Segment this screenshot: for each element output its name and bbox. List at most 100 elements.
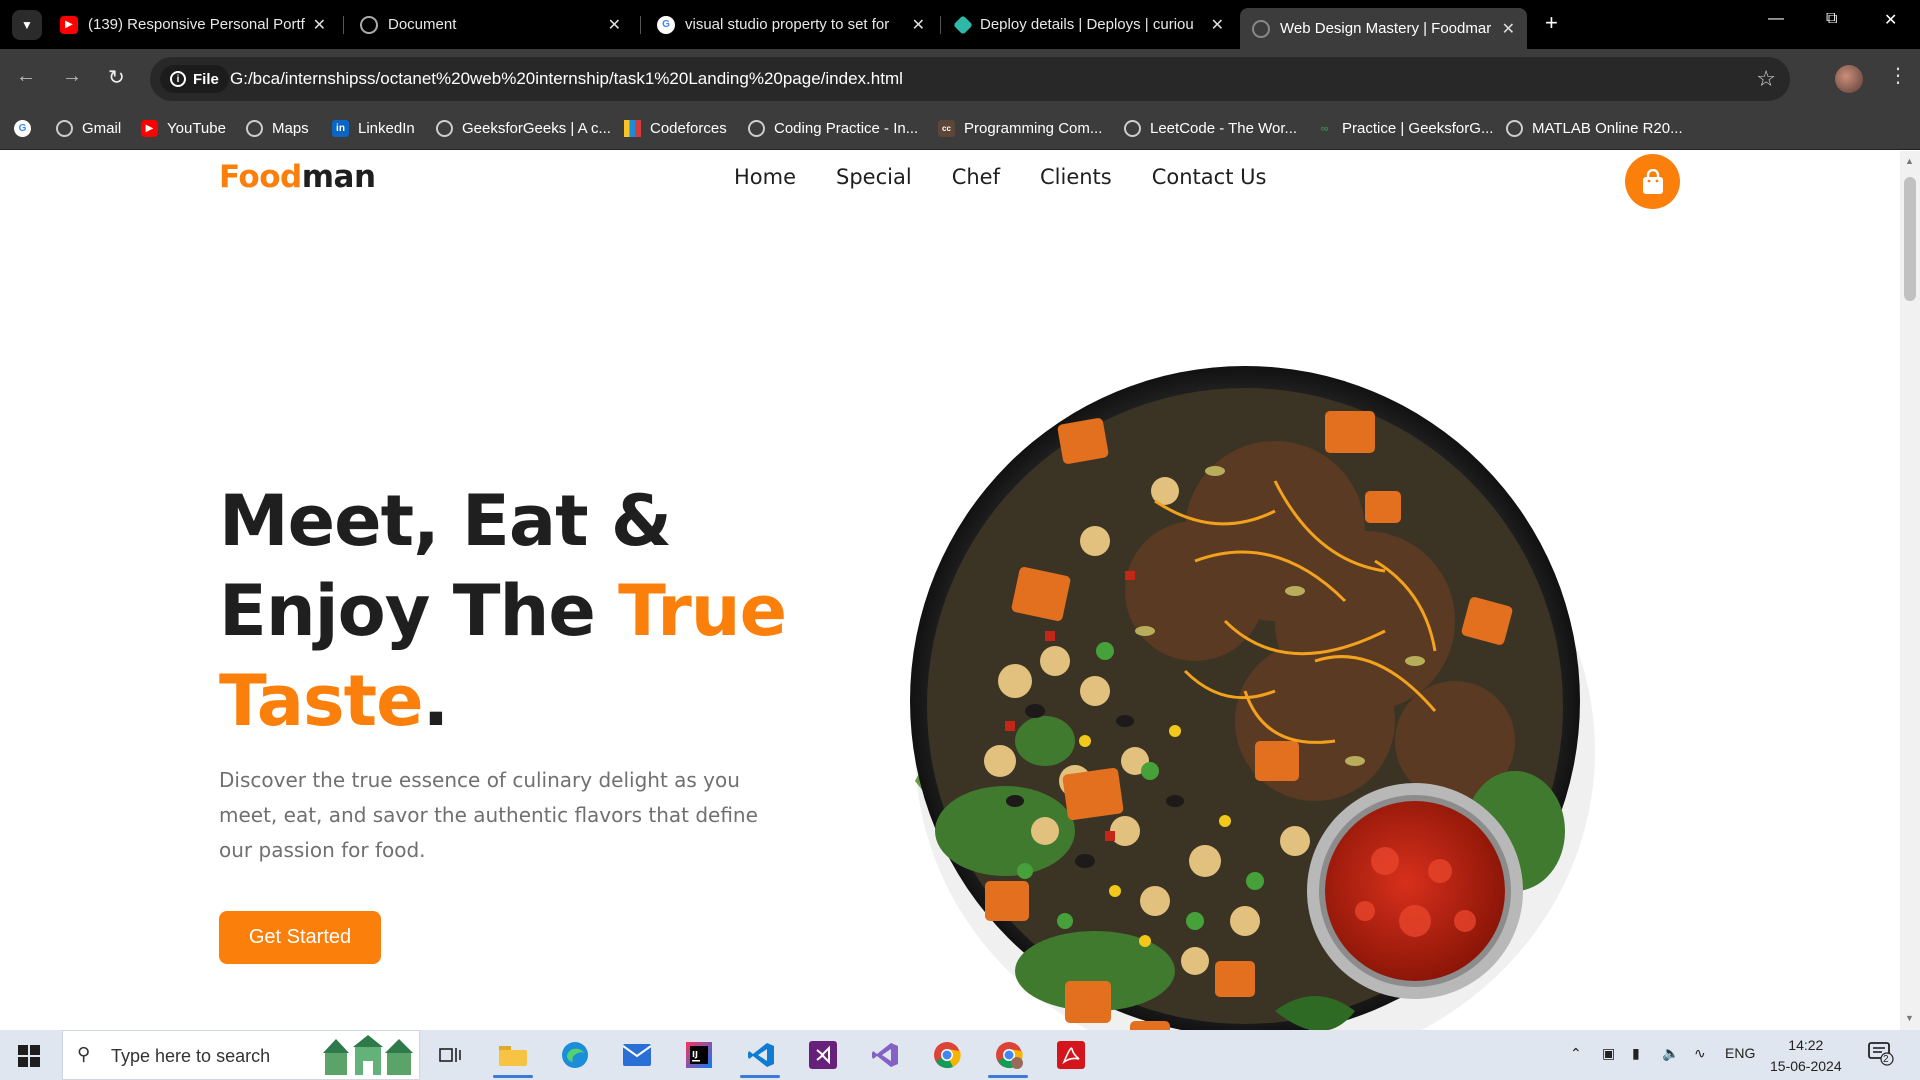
search-icon: ⚲	[77, 1044, 91, 1064]
close-icon[interactable]: ✕	[1211, 15, 1224, 35]
minimize-icon[interactable]: —	[1768, 10, 1784, 28]
vscode-icon[interactable]	[745, 1039, 777, 1071]
task-view-icon[interactable]	[434, 1039, 466, 1071]
nav-contact-us[interactable]: Contact Us	[1152, 165, 1267, 189]
url-text[interactable]: G:/bca/internshipss/octanet%20web%20inte…	[230, 69, 903, 89]
globe-icon	[1252, 19, 1270, 38]
close-icon[interactable]: ✕	[1502, 19, 1515, 39]
reload-icon[interactable]: ↻	[108, 65, 125, 90]
notification-center-icon[interactable]: 2	[1868, 1042, 1894, 1071]
hero-description: Discover the true essence of culinary de…	[219, 768, 758, 862]
scroll-thumb[interactable]	[1904, 177, 1916, 301]
tab-portfolio[interactable]: ▶ (139) Responsive Personal Portf ✕	[48, 8, 338, 41]
bookmark-leetcode[interactable]: LeetCode - The Wor...	[1124, 120, 1297, 137]
globe-icon	[246, 120, 263, 137]
nav-clients[interactable]: Clients	[1040, 165, 1112, 189]
intellij-icon[interactable]: IJ	[683, 1039, 715, 1071]
site-info-chip[interactable]: i File	[160, 65, 229, 93]
cart-button[interactable]	[1625, 154, 1680, 209]
globe-icon	[748, 120, 765, 137]
codechef-icon: cc	[938, 120, 955, 137]
bookmark-codeforces[interactable]: Codeforces	[624, 120, 727, 137]
tab-netlify-deploy[interactable]: Deploy details | Deploys | curiou ✕	[944, 8, 1236, 41]
gfg-icon: ∞	[1320, 122, 1329, 135]
globe-icon	[56, 120, 73, 137]
nav-chef[interactable]: Chef	[952, 165, 1000, 189]
bookmark-gfg-practice[interactable]: ∞ Practice | GeeksforG...	[1316, 120, 1494, 137]
tab-document[interactable]: Document ✕	[348, 8, 633, 41]
tab-title: Document	[388, 16, 457, 33]
youtube-icon: ▶	[141, 120, 158, 137]
get-started-button[interactable]: Get Started	[219, 911, 381, 964]
main-nav: Home Special Chef Clients Contact Us	[734, 165, 1266, 189]
nav-home[interactable]: Home	[734, 165, 796, 189]
bookmark-linkedin[interactable]: in LinkedIn	[332, 120, 415, 137]
file-explorer-icon[interactable]	[497, 1039, 529, 1071]
browser-tab-bar: ▼ ▶ (139) Responsive Personal Portf ✕ Do…	[0, 0, 1920, 49]
browser-toolbar: ← → ↻ i File G:/bca/internshipss/octanet…	[0, 49, 1920, 109]
shopping-bag-icon	[1642, 168, 1663, 194]
bookmark-google[interactable]: G	[14, 120, 40, 137]
clock[interactable]: 14:22 15-06-2024	[1770, 1035, 1842, 1077]
language-indicator[interactable]: ENG	[1725, 1045, 1755, 1061]
bookmark-star-icon[interactable]: ☆	[1756, 66, 1776, 92]
visual-studio-icon[interactable]	[807, 1039, 839, 1071]
visual-studio-preview-icon[interactable]	[869, 1039, 901, 1071]
address-bar[interactable]: i File G:/bca/internshipss/octanet%20web…	[150, 57, 1790, 101]
edge-icon[interactable]	[559, 1039, 591, 1071]
hero-heading: Meet, Eat & Enjoy The True Taste.	[219, 480, 787, 742]
svg-text:IJ: IJ	[692, 1050, 698, 1059]
scroll-down-icon[interactable]: ▼	[1905, 1013, 1914, 1023]
bookmark-gmail[interactable]: Gmail	[56, 120, 121, 137]
bookmark-geeksforgeeks[interactable]: GeeksforGeeks | A c...	[436, 120, 611, 137]
close-icon[interactable]: ✕	[313, 15, 326, 35]
volume-icon[interactable]: 🔈	[1662, 1045, 1679, 1062]
tab-search-button[interactable]: ▼	[12, 10, 42, 40]
window-close-icon[interactable]: ✕	[1884, 10, 1897, 30]
tab-google-search[interactable]: G visual studio property to set for ✕	[645, 8, 937, 41]
close-icon[interactable]: ✕	[912, 15, 925, 35]
bookmarks-bar: G Gmail ▶ YouTube Maps in LinkedIn Geeks…	[0, 109, 1920, 150]
restore-icon[interactable]: ⧉	[1826, 10, 1837, 28]
close-icon[interactable]: ✕	[608, 15, 621, 35]
codeforces-icon	[624, 120, 641, 137]
globe-icon	[360, 15, 378, 34]
scroll-up-icon[interactable]: ▲	[1905, 156, 1914, 166]
tray-overflow-icon[interactable]: ⌃	[1570, 1045, 1582, 1062]
info-icon: i	[170, 71, 186, 87]
tab-title: Deploy details | Deploys | curiou	[980, 16, 1194, 33]
new-tab-button[interactable]: +	[1545, 10, 1558, 36]
netlify-icon	[953, 14, 973, 35]
profile-avatar[interactable]	[1835, 65, 1863, 93]
linkedin-icon: in	[332, 120, 349, 137]
battery-icon[interactable]: ▮	[1632, 1045, 1640, 1062]
menu-kebab-icon[interactable]: ⋮	[1888, 63, 1908, 88]
back-icon[interactable]: ←	[16, 65, 36, 88]
meet-now-icon[interactable]: ▣	[1602, 1045, 1615, 1062]
notification-count: 2	[1883, 1054, 1889, 1065]
globe-icon	[436, 120, 453, 137]
search-highlight-icon	[323, 1035, 413, 1075]
tab-title: visual studio property to set for	[685, 16, 890, 33]
acrobat-icon[interactable]	[1055, 1039, 1087, 1071]
site-logo[interactable]: Foodman	[219, 159, 376, 195]
page-scrollbar[interactable]: ▲ ▼	[1900, 151, 1920, 1030]
bookmark-youtube[interactable]: ▶ YouTube	[141, 120, 226, 137]
mail-icon[interactable]	[621, 1039, 653, 1071]
windows-start-icon[interactable]	[18, 1045, 40, 1067]
food-bowl-image	[910, 366, 1595, 1030]
bookmark-matlab[interactable]: MATLAB Online R20...	[1506, 120, 1683, 137]
bookmark-maps[interactable]: Maps	[246, 120, 309, 137]
chrome-profile-icon[interactable]	[993, 1039, 1025, 1071]
wifi-icon[interactable]: ∿	[1694, 1045, 1706, 1062]
tab-title: Web Design Mastery | Foodmar	[1280, 20, 1492, 37]
bookmark-coding-practice[interactable]: Coding Practice - In...	[748, 120, 918, 137]
google-icon: G	[657, 15, 675, 34]
tab-foodman-active[interactable]: Web Design Mastery | Foodmar ✕	[1240, 8, 1527, 49]
nav-special[interactable]: Special	[836, 165, 912, 189]
bookmark-codechef[interactable]: cc Programming Com...	[938, 120, 1102, 137]
taskbar-search-box[interactable]: ⚲ Type here to search	[62, 1030, 420, 1080]
chrome-icon[interactable]	[931, 1039, 963, 1071]
forward-icon[interactable]: →	[62, 65, 82, 88]
tab-title: (139) Responsive Personal Portf	[88, 16, 305, 33]
